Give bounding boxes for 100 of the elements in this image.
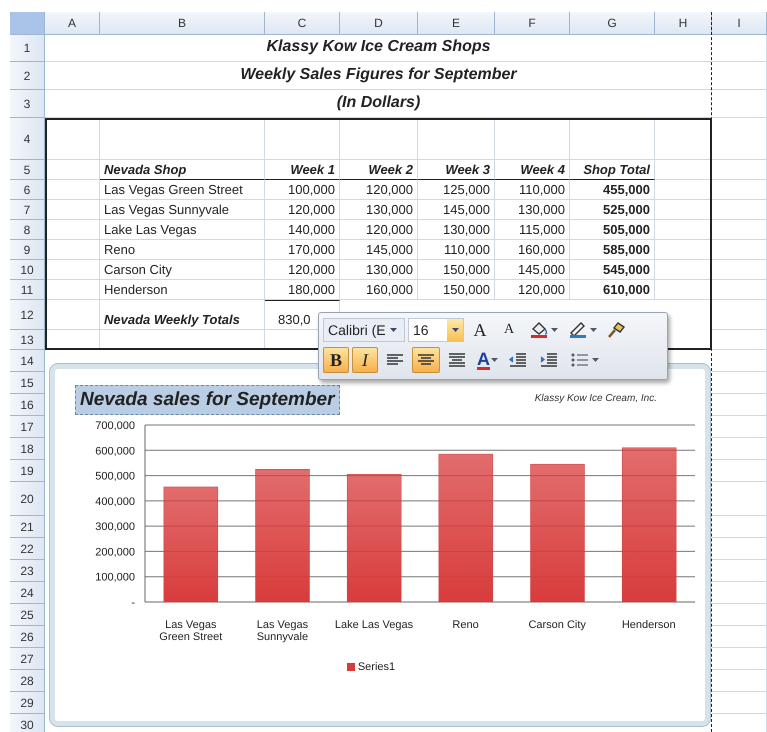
row-header[interactable]: 25 (10, 604, 45, 626)
sheet-cell[interactable] (712, 240, 767, 260)
column-header[interactable]: B (100, 12, 265, 35)
sheet-cell[interactable] (570, 118, 655, 160)
font-color-button[interactable]: A (474, 347, 501, 373)
bar[interactable] (346, 474, 402, 602)
row-header[interactable]: 30 (10, 714, 45, 732)
sheet-cell[interactable] (45, 240, 100, 260)
font-size-field[interactable]: 16 (408, 318, 464, 342)
sheet-cell[interactable] (712, 560, 767, 582)
grow-font-button[interactable]: A (467, 317, 493, 343)
sheet-cell[interactable] (712, 160, 767, 180)
bar[interactable] (530, 464, 585, 602)
row-header[interactable]: 29 (10, 692, 45, 714)
sheet-cell[interactable] (265, 118, 340, 160)
row-header[interactable]: 8 (10, 220, 45, 240)
sheet-cell[interactable] (712, 300, 767, 330)
sheet-cell[interactable] (712, 118, 767, 160)
row-header[interactable]: 11 (10, 280, 45, 300)
bold-button[interactable]: B (323, 347, 349, 373)
bar[interactable] (164, 486, 218, 602)
column-header[interactable]: G (570, 12, 655, 35)
sheet-cell[interactable] (712, 372, 767, 394)
column-header[interactable]: D (340, 12, 418, 35)
row-header[interactable]: 15 (10, 372, 45, 394)
sheet-cell[interactable] (45, 160, 100, 180)
row-header[interactable]: 22 (10, 538, 45, 560)
row-header[interactable]: 14 (10, 350, 45, 372)
row-header[interactable]: 10 (10, 260, 45, 280)
row-header[interactable]: 24 (10, 582, 45, 604)
font-name-field[interactable]: Calibri (E (323, 318, 405, 342)
italic-button[interactable]: I (352, 347, 378, 373)
sheet-cell[interactable] (100, 118, 265, 160)
row-header[interactable]: 26 (10, 626, 45, 648)
sheet-cell[interactable] (712, 180, 767, 200)
sheet-cell[interactable] (712, 626, 767, 648)
sheet-cell[interactable] (45, 260, 100, 280)
bar[interactable] (622, 448, 676, 602)
sheet-cell[interactable] (712, 516, 767, 538)
row-header[interactable]: 3 (10, 90, 45, 118)
sheet-cell[interactable] (45, 220, 100, 240)
sheet-cell[interactable] (45, 300, 100, 330)
row-header[interactable]: 4 (10, 118, 45, 160)
sheet-cell[interactable] (712, 416, 767, 438)
sheet-cell[interactable] (712, 394, 767, 416)
sheet-cell[interactable] (712, 460, 767, 482)
dropdown-button[interactable] (447, 319, 463, 341)
row-header[interactable]: 6 (10, 180, 45, 200)
sheet-cell[interactable] (712, 482, 767, 516)
shrink-font-button[interactable]: A (496, 317, 522, 343)
row-header[interactable]: 1 (10, 35, 45, 62)
column-header[interactable]: F (495, 12, 570, 35)
column-header[interactable]: C (265, 12, 340, 35)
bar[interactable] (438, 454, 494, 602)
row-header[interactable]: 27 (10, 648, 45, 670)
sheet-cell[interactable] (495, 118, 570, 160)
row-header[interactable]: 17 (10, 416, 45, 438)
sheet-cell[interactable] (712, 62, 767, 90)
sheet-cell[interactable] (340, 118, 418, 160)
row-header[interactable]: 12 (10, 300, 45, 330)
row-header[interactable]: 28 (10, 670, 45, 692)
sheet-cell[interactable] (712, 260, 767, 280)
sheet-cell[interactable] (712, 280, 767, 300)
sheet-cell[interactable] (712, 90, 767, 118)
sheet-cell[interactable] (712, 200, 767, 220)
sheet-cell[interactable] (712, 438, 767, 460)
column-header[interactable]: I (712, 12, 767, 35)
chart-area[interactable] (50, 364, 710, 726)
sheet-cell[interactable] (712, 350, 767, 372)
row-header[interactable]: 7 (10, 200, 45, 220)
sheet-cell[interactable] (45, 280, 100, 300)
column-header[interactable]: H (655, 12, 712, 35)
column-header[interactable]: A (45, 12, 100, 35)
row-header[interactable]: 16 (10, 394, 45, 416)
row-header[interactable]: 20 (10, 482, 45, 516)
column-header[interactable]: E (418, 12, 495, 35)
chart-title[interactable]: Nevada sales for September (75, 385, 340, 415)
bar[interactable] (255, 469, 310, 602)
row-header[interactable]: 2 (10, 62, 45, 90)
row-header[interactable]: 19 (10, 460, 45, 482)
row-header[interactable]: 21 (10, 516, 45, 538)
sheet-cell[interactable] (712, 604, 767, 626)
row-header[interactable]: 13 (10, 330, 45, 350)
sheet-cell[interactable] (712, 330, 767, 350)
select-all-button[interactable] (10, 12, 45, 35)
row-header[interactable]: 23 (10, 560, 45, 582)
sheet-cell[interactable] (45, 118, 100, 160)
sheet-cell[interactable] (45, 180, 100, 200)
sheet-cell[interactable] (712, 648, 767, 670)
sheet-cell[interactable] (712, 220, 767, 240)
sheet-cell[interactable] (712, 35, 767, 62)
sheet-cell[interactable] (712, 670, 767, 692)
sheet-cell[interactable] (712, 582, 767, 604)
sheet-cell[interactable] (712, 538, 767, 560)
row-header[interactable]: 5 (10, 160, 45, 180)
sheet-cell[interactable] (712, 692, 767, 714)
row-header[interactable]: 18 (10, 438, 45, 460)
row-header[interactable]: 9 (10, 240, 45, 260)
sheet-cell[interactable] (418, 118, 495, 160)
sheet-cell[interactable] (45, 200, 100, 220)
